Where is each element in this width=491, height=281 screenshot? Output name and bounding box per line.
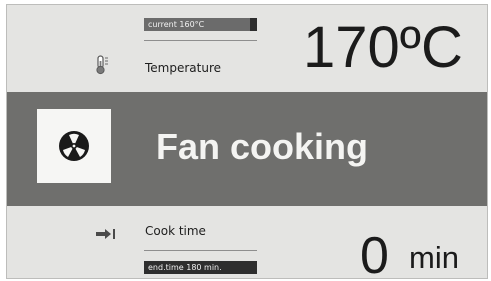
cooking-mode-label: Fan cooking xyxy=(156,126,369,167)
temperature-section[interactable]: current 160°C Temperature 170ºC xyxy=(7,5,487,91)
current-temperature-text: current 160°C xyxy=(148,20,205,29)
current-temperature-indicator: current 160°C xyxy=(144,18,257,31)
end-time-indicator: end.time 180 min. xyxy=(144,261,257,274)
end-time-text: end.time 180 min. xyxy=(148,263,222,272)
cook-time-label: Cook time xyxy=(145,224,206,238)
temperature-value[interactable]: 170ºC xyxy=(303,19,463,77)
arrow-right-bar-icon xyxy=(95,225,117,244)
cook-time-value[interactable]: 0 xyxy=(360,230,389,278)
oven-display: current 160°C Temperature 170ºC Fan cook… xyxy=(6,4,488,279)
fan-icon xyxy=(57,129,91,167)
divider-line xyxy=(144,250,257,251)
cook-time-section[interactable]: Cook time end.time 180 min. 0 min xyxy=(7,206,487,278)
cooking-mode-band[interactable]: Fan cooking xyxy=(7,92,487,206)
cook-time-unit: min xyxy=(409,240,459,275)
thermometer-icon xyxy=(95,55,109,79)
temperature-label: Temperature xyxy=(145,61,222,75)
mode-icon-tile[interactable] xyxy=(37,109,111,183)
divider-line xyxy=(144,40,257,41)
